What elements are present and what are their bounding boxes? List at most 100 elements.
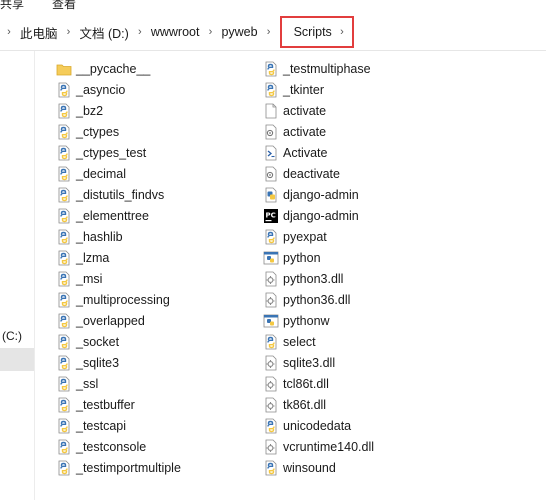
file-item[interactable]: _elementtree — [56, 205, 181, 226]
file-item[interactable]: python36.dll — [263, 289, 374, 310]
file-item[interactable]: winsound — [263, 457, 374, 478]
file-item[interactable]: _testimportmultiple — [56, 457, 181, 478]
crumb-this-pc[interactable]: 此电脑 — [18, 23, 60, 42]
dll-file-icon — [263, 292, 279, 308]
file-item[interactable]: _ctypes_test — [56, 142, 181, 163]
file-item[interactable]: deactivate — [263, 163, 374, 184]
svg-text:PC: PC — [266, 211, 276, 219]
chevron-right-icon[interactable]: › — [260, 26, 278, 38]
dll-file-icon — [263, 271, 279, 287]
file-name: winsound — [283, 460, 336, 475]
file-name: pythonw — [283, 313, 330, 328]
chevron-right-icon[interactable]: › — [131, 26, 149, 38]
file-item[interactable]: _testbuffer — [56, 394, 181, 415]
crumb-wwwroot[interactable]: wwwroot — [149, 25, 202, 39]
crumb-pyweb[interactable]: pyweb — [219, 25, 259, 39]
file-name: _testmultiphase — [283, 61, 371, 76]
ribbon-tab-share[interactable]: 共享 — [0, 0, 24, 12]
dll-file-icon — [263, 397, 279, 413]
file-name: _decimal — [76, 166, 127, 181]
file-item[interactable]: _tkinter — [263, 79, 374, 100]
file-item[interactable]: _testcapi — [56, 415, 181, 436]
crumb-documents-drive[interactable]: 文档 (D:) — [78, 23, 131, 42]
file-item[interactable]: Activate — [263, 142, 374, 163]
python-file-icon — [263, 334, 279, 350]
file-item[interactable]: _msi — [56, 268, 181, 289]
file-item[interactable]: _asyncio — [56, 79, 181, 100]
file-item[interactable]: python3.dll — [263, 268, 374, 289]
file-item[interactable]: _ssl — [56, 373, 181, 394]
python-file-icon — [263, 229, 279, 245]
file-name: python — [283, 250, 321, 265]
address-bar[interactable]: › 此电脑 › 文档 (D:) › wwwroot › pyweb › Scri… — [0, 14, 546, 51]
python-file-icon — [56, 397, 72, 413]
python-file-icon — [56, 124, 72, 140]
navigation-pane[interactable]: (C:) — [0, 51, 35, 500]
file-item[interactable]: _testconsole — [56, 436, 181, 457]
file-item[interactable]: _bz2 — [56, 100, 181, 121]
file-item[interactable]: unicodedata — [263, 415, 374, 436]
file-item[interactable]: _sqlite3 — [56, 352, 181, 373]
chevron-right-icon[interactable]: › — [0, 26, 18, 38]
blank-file-icon — [263, 103, 279, 119]
file-item[interactable]: tcl86t.dll — [263, 373, 374, 394]
python-file-icon — [56, 376, 72, 392]
ribbon-tab-view[interactable]: 查看 — [52, 0, 76, 12]
file-item[interactable]: _overlapped — [56, 310, 181, 331]
file-item[interactable]: _testmultiphase — [263, 58, 374, 79]
file-list: __pycache__ _asyncio _bz2 _ctypes _ctypes_te… — [56, 58, 536, 488]
file-name: tcl86t.dll — [283, 376, 329, 391]
file-name: Activate — [283, 145, 328, 160]
file-name: __pycache__ — [76, 61, 151, 76]
python-file-icon — [56, 166, 72, 182]
python-file-icon — [56, 250, 72, 266]
file-name: pyexpat — [283, 229, 327, 244]
file-name: activate — [283, 124, 327, 139]
file-name: _hashlib — [76, 229, 123, 244]
file-item[interactable]: django-admin — [263, 184, 374, 205]
file-item[interactable]: pyexpat — [263, 226, 374, 247]
file-name: _ssl — [76, 376, 99, 391]
python-file-icon — [56, 271, 72, 287]
file-name: python3.dll — [283, 271, 344, 286]
python-file-icon — [56, 103, 72, 119]
file-item[interactable]: _multiprocessing — [56, 289, 181, 310]
file-item[interactable]: _ctypes — [56, 121, 181, 142]
file-item[interactable]: vcruntime140.dll — [263, 436, 374, 457]
file-item[interactable]: sqlite3.dll — [263, 352, 374, 373]
file-name: _ctypes — [76, 124, 120, 139]
file-name: _asyncio — [76, 82, 126, 97]
file-item[interactable]: _lzma — [56, 247, 181, 268]
file-item[interactable]: select — [263, 331, 374, 352]
file-name: _lzma — [76, 250, 110, 265]
nav-selected-row[interactable] — [0, 348, 34, 371]
chevron-right-icon[interactable]: › — [60, 26, 78, 38]
file-item[interactable]: _decimal — [56, 163, 181, 184]
dll-file-icon — [263, 355, 279, 371]
file-item[interactable]: activate — [263, 100, 374, 121]
nav-drive-c[interactable]: (C:) — [2, 329, 22, 343]
python-file-icon — [56, 82, 72, 98]
crumb-scripts-highlighted[interactable]: Scripts › — [279, 16, 354, 48]
file-item[interactable]: __pycache__ — [56, 58, 181, 79]
file-item[interactable]: _distutils_findvs — [56, 184, 181, 205]
file-item[interactable]: activate — [263, 121, 374, 142]
file-item[interactable]: _socket — [56, 331, 181, 352]
file-item[interactable]: _hashlib — [56, 226, 181, 247]
dll-file-icon — [263, 376, 279, 392]
file-name: select — [283, 334, 316, 349]
python-exe-icon — [263, 313, 279, 329]
file-name: deactivate — [283, 166, 340, 181]
python-file-icon — [56, 355, 72, 371]
folder-icon — [56, 61, 72, 77]
pycharm-icon: PC — [263, 208, 279, 224]
chevron-right-icon[interactable]: › — [201, 26, 219, 38]
file-name: sqlite3.dll — [283, 355, 336, 370]
file-name: _overlapped — [76, 313, 145, 328]
file-item[interactable]: pythonw — [263, 310, 374, 331]
file-item[interactable]: PC django-admin — [263, 205, 374, 226]
chevron-right-icon[interactable]: › — [340, 26, 344, 38]
file-item[interactable]: tk86t.dll — [263, 394, 374, 415]
file-item[interactable]: python — [263, 247, 374, 268]
python-file-icon — [263, 418, 279, 434]
